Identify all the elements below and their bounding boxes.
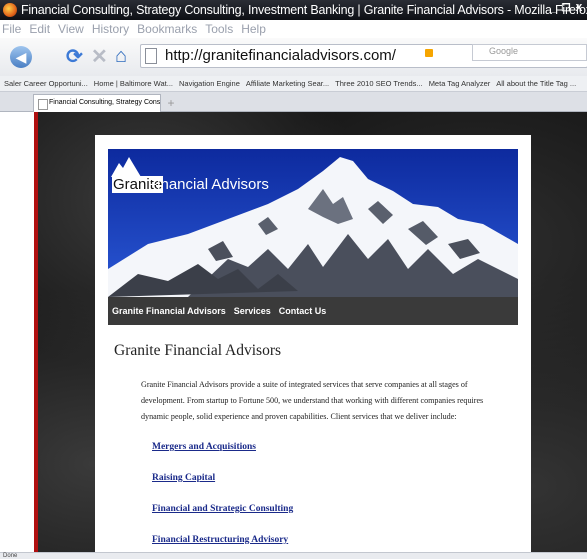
bookmark-item[interactable]: Navigation Engine (179, 79, 240, 88)
close-button[interactable]: X (573, 2, 585, 16)
logo-peak-icon (111, 157, 141, 177)
search-box[interactable]: Google (472, 44, 587, 61)
left-margin (0, 112, 38, 552)
window-titlebar: Financial Consulting, Strategy Consultin… (0, 0, 587, 20)
window-title: Financial Consulting, Strategy Consultin… (21, 3, 587, 17)
page-icon (145, 48, 157, 64)
maximize-button[interactable]: ❐ (560, 2, 572, 16)
nav-contact-link[interactable]: Contact Us (279, 306, 327, 316)
service-link-restructuring[interactable]: Financial Restructuring Advisory (152, 535, 288, 545)
bookmark-item[interactable]: Affiliate Marketing Sear... (246, 79, 329, 88)
menu-tools[interactable]: Tools (205, 22, 233, 36)
bookmark-item[interactable]: Home | Baltimore Wat... (94, 79, 173, 88)
home-button[interactable]: ⌂ (115, 46, 127, 66)
reload-button[interactable]: ⟳ (66, 47, 83, 67)
service-link-raising-capital[interactable]: Raising Capital (152, 473, 215, 483)
status-bar: Done (0, 552, 587, 559)
back-button[interactable]: ◀ (10, 46, 32, 68)
bookmark-item[interactable]: All about the Title Tag ... (496, 79, 576, 88)
new-tab-button[interactable]: + (163, 96, 179, 110)
bookmark-item[interactable]: Meta Tag Analyzer (429, 79, 491, 88)
search-placeholder: Google (489, 46, 519, 56)
menu-history[interactable]: History (92, 22, 129, 36)
service-link-mergers[interactable]: Mergers and Acquisitions (152, 442, 256, 452)
site-container: Granite Financial Advisors Granite Finan… (95, 135, 531, 552)
bookmark-item[interactable]: Saler Career Opportuni... (4, 79, 88, 88)
page-viewport: Granite Financial Advisors Granite Finan… (0, 112, 587, 552)
nav-home-link[interactable]: Granite Financial Advisors (112, 306, 226, 316)
menu-view[interactable]: View (58, 22, 84, 36)
menu-bookmarks[interactable]: Bookmarks (137, 22, 197, 36)
tab-strip: Financial Consulting, Strategy Consult..… (0, 92, 587, 112)
minimize-button[interactable]: _ (547, 2, 559, 16)
service-link-consulting[interactable]: Financial and Strategic Consulting (152, 504, 293, 514)
rss-icon[interactable] (425, 49, 433, 57)
mountain-image (108, 149, 518, 297)
site-nav: Granite Financial Advisors Services Cont… (108, 297, 518, 325)
intro-paragraph: Granite Financial Advisors provide a sui… (141, 380, 484, 421)
menu-help[interactable]: Help (241, 22, 266, 36)
mountain-banner: Granite Financial Advisors (108, 149, 518, 297)
menu-bar: File Edit View History Bookmarks Tools H… (0, 20, 587, 38)
stop-button[interactable]: ✕ (91, 47, 108, 67)
page-heading: Granite Financial Advisors (114, 342, 282, 359)
firefox-icon (3, 3, 17, 17)
window-controls: _ ❐ X (547, 2, 585, 16)
menu-file[interactable]: File (2, 22, 21, 36)
bookmarks-toolbar: Saler Career Opportuni... Home | Baltimo… (0, 76, 587, 92)
nav-services-link[interactable]: Services (234, 306, 271, 316)
menu-edit[interactable]: Edit (29, 22, 50, 36)
tab-active[interactable]: Financial Consulting, Strategy Consult..… (33, 94, 161, 112)
bookmark-item[interactable]: Three 2010 SEO Trends... (335, 79, 423, 88)
logo-word-rest: Financial Advisors (148, 176, 269, 193)
url-text[interactable]: http://granitefinancialadvisors.com/ (165, 47, 396, 64)
